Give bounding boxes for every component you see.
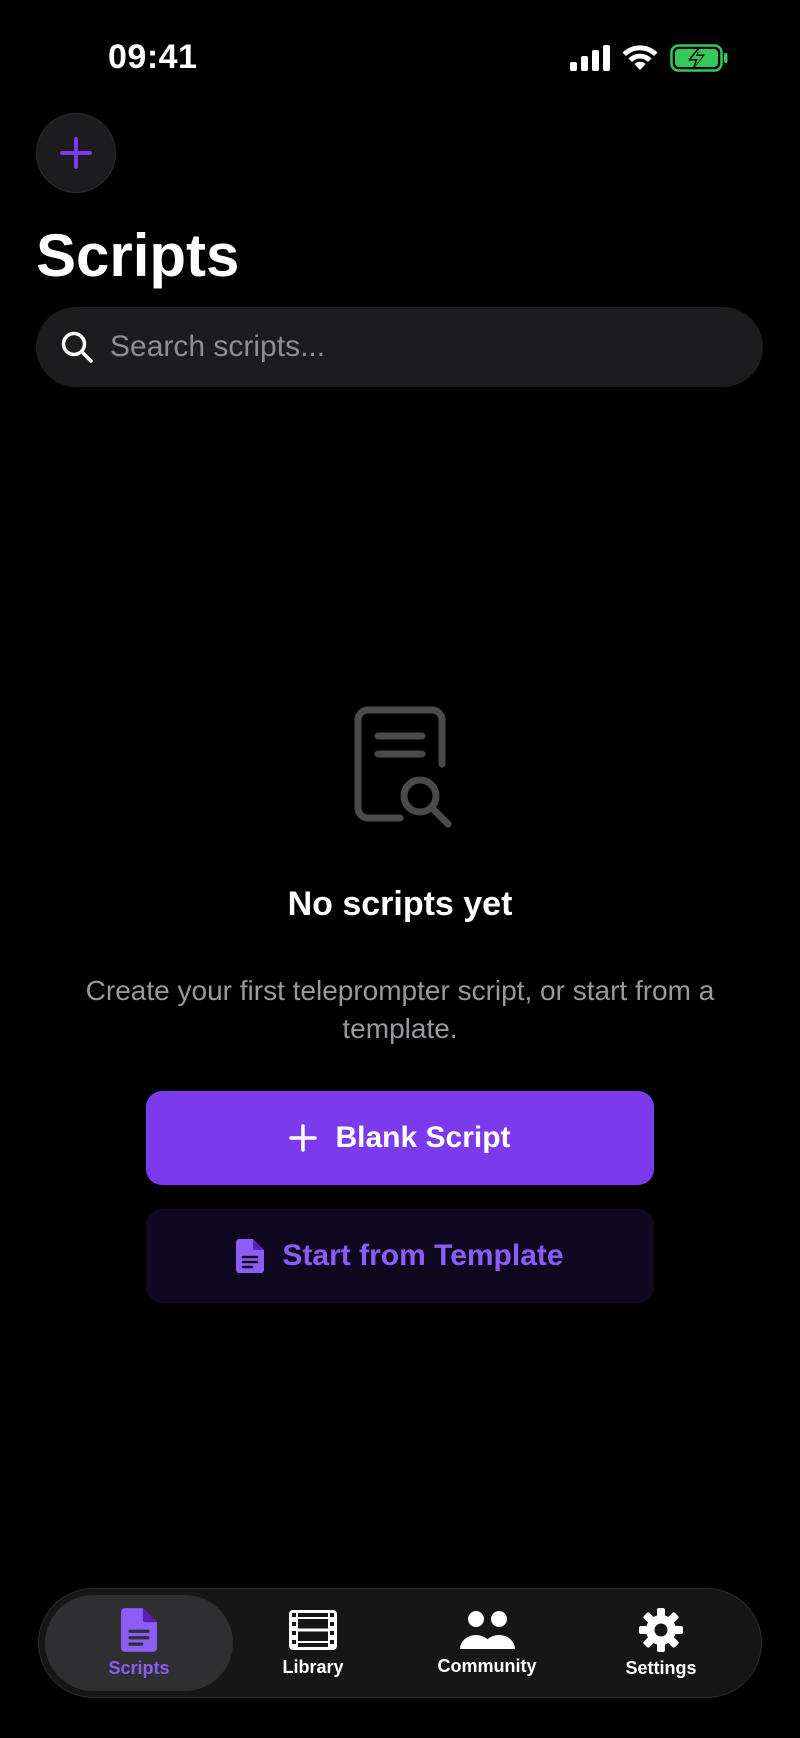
status-icons bbox=[570, 44, 728, 72]
document-search-icon bbox=[354, 706, 452, 828]
document-icon bbox=[121, 1608, 157, 1652]
add-script-button[interactable] bbox=[36, 113, 116, 193]
tab-library[interactable]: Library bbox=[219, 1595, 407, 1691]
start-from-template-label: Start from Template bbox=[282, 1239, 564, 1272]
tab-label: Library bbox=[282, 1657, 344, 1677]
plus-icon bbox=[289, 1124, 318, 1152]
search-bar[interactable] bbox=[36, 307, 763, 387]
tab-community[interactable]: Community bbox=[393, 1595, 581, 1691]
blank-script-label: Blank Script bbox=[335, 1121, 511, 1154]
blank-script-button[interactable]: Blank Script bbox=[146, 1091, 654, 1185]
cellular-signal-icon bbox=[570, 45, 610, 71]
page-title: Scripts bbox=[36, 222, 240, 289]
document-icon bbox=[236, 1239, 265, 1273]
wifi-icon bbox=[622, 45, 658, 70]
tab-label: Community bbox=[437, 1656, 537, 1676]
plus-icon bbox=[60, 137, 92, 169]
gear-icon bbox=[639, 1608, 683, 1652]
start-from-template-button[interactable]: Start from Template bbox=[146, 1209, 654, 1303]
tab-bar: Scripts Library Community Settings bbox=[38, 1588, 762, 1698]
tab-scripts[interactable]: Scripts bbox=[45, 1595, 233, 1691]
status-bar: 09:41 bbox=[0, 0, 800, 110]
people-icon bbox=[460, 1611, 515, 1649]
search-input[interactable] bbox=[108, 329, 712, 365]
tab-label: Scripts bbox=[108, 1658, 170, 1678]
empty-state-title: No scripts yet bbox=[287, 885, 513, 923]
battery-charging-icon bbox=[670, 44, 728, 72]
tab-label: Settings bbox=[625, 1658, 697, 1678]
film-icon bbox=[289, 1610, 337, 1650]
empty-state-description: Create your first teleprompter script, o… bbox=[85, 975, 715, 1044]
tab-settings[interactable]: Settings bbox=[567, 1595, 755, 1691]
status-time: 09:41 bbox=[108, 38, 198, 76]
search-icon bbox=[61, 331, 93, 363]
